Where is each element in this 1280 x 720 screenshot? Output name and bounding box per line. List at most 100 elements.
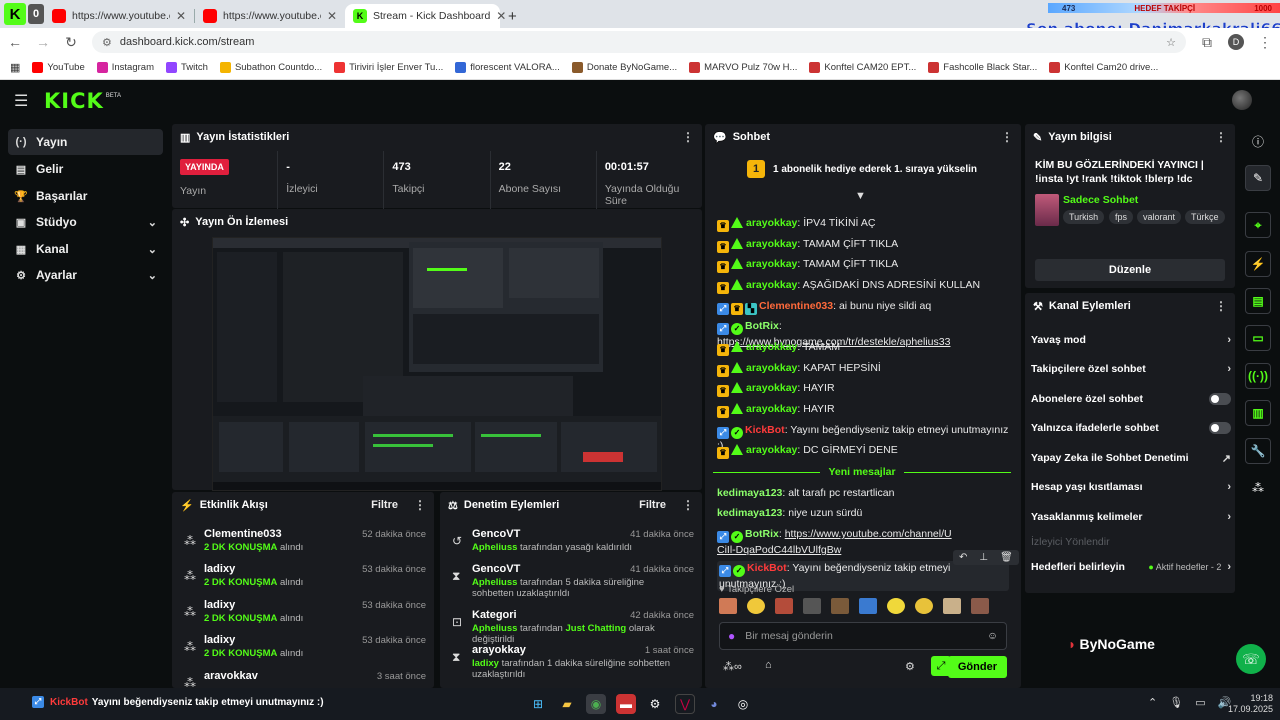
emote-icon[interactable] bbox=[775, 598, 793, 614]
layout-icon[interactable]: ▥ bbox=[1245, 400, 1271, 426]
sidebar-item-studyo[interactable]: ▣ Stüdyo ⌄ bbox=[8, 209, 163, 235]
kicks-icon[interactable]: ⁂ bbox=[1245, 475, 1271, 501]
support-chat-button[interactable]: ☏ bbox=[1236, 644, 1266, 674]
site-info-icon[interactable]: ⚙ bbox=[102, 36, 112, 49]
sidebar-item-gelir[interactable]: ▤ Gelir bbox=[8, 156, 163, 182]
menu-icon[interactable]: ⋮ bbox=[1258, 34, 1272, 51]
chat-message[interactable]: ♛ arayokkay: İPV4 TİKİNİ AÇ bbox=[717, 216, 1009, 232]
stream-preview-video[interactable] bbox=[212, 237, 662, 491]
sidebar-item-basarilar[interactable]: 🏆 Başarılar bbox=[8, 183, 163, 209]
bookmark-florescent[interactable]: florescent VALORA... bbox=[455, 62, 560, 73]
filter-button[interactable]: Filtre bbox=[639, 499, 666, 511]
emoji-icon[interactable]: ☺ bbox=[987, 630, 998, 642]
chat-icon[interactable]: ▭ bbox=[1245, 325, 1271, 351]
discord-icon[interactable]: ◕ bbox=[704, 694, 724, 714]
obs-icon[interactable]: ◎ bbox=[733, 694, 753, 714]
slow-mode-row[interactable]: Yavaş mod › bbox=[1031, 332, 1231, 348]
emote-only-toggle[interactable] bbox=[1209, 422, 1231, 434]
sidebar-item-yayin[interactable]: (·) Yayın bbox=[8, 129, 163, 155]
emote-icon[interactable] bbox=[943, 598, 961, 614]
chat-message[interactable]: ♛ arayokkay: TAMAM ÇİFT TIKLA bbox=[717, 237, 1009, 253]
banned-words-row[interactable]: Yasaklanmış kelimeler › bbox=[1031, 509, 1231, 525]
delete-icon[interactable]: 🗑 bbox=[1000, 552, 1013, 563]
bookmark-subathon[interactable]: Subathon Countdo... bbox=[219, 62, 322, 73]
chat-message[interactable]: ♛ arayokkay: KAPAT HEPSİNİ bbox=[717, 361, 1009, 377]
store-icon[interactable]: ⌂ bbox=[765, 659, 772, 671]
tag[interactable]: fps bbox=[1109, 210, 1134, 224]
more-options-icon[interactable]: ⋮ bbox=[682, 130, 694, 144]
bookmark-konftel-2[interactable]: Konftel Cam20 drive... bbox=[1049, 62, 1158, 73]
reply-icon[interactable]: ↶ bbox=[959, 552, 967, 563]
chat-settings-icon[interactable]: ⚙ bbox=[905, 660, 915, 673]
set-goals-row[interactable]: Hedefleri belirleyin ● Aktif hedefler - … bbox=[1031, 559, 1231, 575]
emote-icon[interactable] bbox=[915, 598, 933, 614]
tag[interactable]: Turkish bbox=[1063, 210, 1105, 224]
start-menu-icon[interactable]: ⊞ bbox=[528, 694, 548, 714]
chevron-up-icon[interactable]: ⌃ bbox=[1148, 696, 1157, 709]
pinned-tab[interactable]: 0 bbox=[28, 4, 44, 24]
emote-icon[interactable] bbox=[859, 598, 877, 614]
category-thumbnail[interactable] bbox=[1035, 194, 1059, 226]
more-options-icon[interactable]: ⋮ bbox=[414, 498, 426, 512]
bookmark-tiriviri[interactable]: Tiriviri İşler Enver Tu... bbox=[334, 62, 443, 73]
tag[interactable]: valorant bbox=[1137, 210, 1182, 224]
reload-icon[interactable]: ↻ bbox=[64, 34, 78, 51]
sidebar-item-kanal[interactable]: ▦ Kanal ⌄ bbox=[8, 236, 163, 262]
gift-sub-leaderboard-banner[interactable]: 1 1 abonelik hediye ederek 1. sıraya yük… bbox=[705, 151, 1019, 187]
chat-message[interactable]: ♛ arayokkay: HAYIR bbox=[717, 381, 1009, 397]
user-avatar[interactable] bbox=[1232, 90, 1252, 110]
browser-tab-youtube-2[interactable]: https://www.youtube.com/wat ✕ bbox=[195, 4, 345, 28]
category-name[interactable]: Sadece Sohbet bbox=[1063, 194, 1138, 206]
close-tab-icon[interactable]: ✕ bbox=[176, 9, 186, 23]
bookmark-konftel-1[interactable]: Konftel CAM20 EPT... bbox=[809, 62, 916, 73]
app-icon[interactable]: ▬ bbox=[616, 694, 636, 714]
wrench-icon[interactable]: 🔧 bbox=[1245, 438, 1271, 464]
chat-message[interactable]: ♛ arayokkay: AŞAĞIDAKİ DNS ADRESİNİ KULLA… bbox=[717, 278, 1009, 294]
browser-tab-youtube-1[interactable]: https://www.youtube.com/wat ✕ bbox=[44, 4, 194, 28]
pencil-icon[interactable]: ✎ bbox=[1245, 165, 1271, 191]
more-options-icon[interactable]: ⋮ bbox=[1001, 130, 1013, 144]
microphone-icon[interactable]: ● bbox=[728, 629, 735, 643]
emote-icon[interactable] bbox=[719, 598, 737, 614]
hamburger-menu-icon[interactable]: ☰ bbox=[14, 91, 30, 111]
kick-logo[interactable]: KICK bbox=[44, 89, 104, 113]
send-button[interactable]: Gönder bbox=[947, 656, 1007, 678]
emote-icon[interactable] bbox=[747, 598, 765, 614]
bookmark-twitch[interactable]: Twitch bbox=[166, 62, 208, 73]
chat-message[interactable]: kedimaya123: alt tarafı pc restartlican bbox=[717, 486, 1009, 500]
chat-message[interactable]: ⤢ ♛ ▚ Clementine033: ai bunu niye sildi aq bbox=[717, 299, 1009, 315]
apps-grid-icon[interactable]: ▦ bbox=[10, 61, 20, 74]
back-icon[interactable]: ← bbox=[8, 34, 22, 50]
close-tab-icon[interactable]: ✕ bbox=[327, 9, 337, 23]
forward-icon[interactable]: → bbox=[36, 34, 50, 50]
emote-icon[interactable] bbox=[803, 598, 821, 614]
chat-message[interactable]: ♛ arayokkay: DC GİRMEYİ DENE bbox=[717, 443, 1009, 459]
bookmark-youtube[interactable]: YouTube bbox=[32, 62, 85, 73]
new-tab-button[interactable]: + bbox=[500, 4, 530, 28]
target-icon[interactable]: ⌖ bbox=[1245, 212, 1271, 238]
sidebar-item-ayarlar[interactable]: ⚙ Ayarlar ⌄ bbox=[8, 262, 163, 288]
more-options-icon[interactable]: ⋮ bbox=[682, 498, 694, 512]
ai-moderation-row[interactable]: Yapay Zeka ile Sohbet Denetimi ↗ bbox=[1031, 450, 1231, 466]
clock[interactable]: 19:18 17.09.2025 bbox=[1228, 693, 1273, 715]
extensions-icon[interactable]: ⧉ bbox=[1200, 34, 1214, 51]
emote-icon[interactable] bbox=[971, 598, 989, 614]
chat-message[interactable]: ♛ arayokkay: TAMAM bbox=[717, 340, 1009, 356]
pin-icon[interactable]: ⊥ bbox=[979, 552, 988, 563]
more-options-icon[interactable]: ⋮ bbox=[1215, 130, 1227, 144]
subscribers-only-toggle[interactable] bbox=[1209, 393, 1231, 405]
chat-message[interactable]: ♛ arayokkay: TAMAM ÇİFT TIKLA bbox=[717, 257, 1009, 273]
filter-button[interactable]: Filtre bbox=[371, 499, 398, 511]
chrome-icon[interactable]: ◉ bbox=[586, 694, 606, 714]
app-icon[interactable]: ⋁ bbox=[675, 694, 695, 714]
bookmark-instagram[interactable]: Instagram bbox=[96, 62, 154, 73]
broadcast-icon[interactable]: ((·)) bbox=[1245, 363, 1271, 389]
steam-icon[interactable]: ⚙ bbox=[645, 694, 665, 714]
emote-icon[interactable] bbox=[831, 598, 849, 614]
chat-message-input[interactable]: ● Bir mesaj gönderin ☺ bbox=[719, 622, 1007, 650]
browser-tab-kick-dashboard[interactable]: K Stream - Kick Dashboard ✕ bbox=[345, 4, 506, 28]
pinned-message-expand-icon[interactable]: ▼ bbox=[855, 190, 866, 202]
chat-message[interactable]: ♛ arayokkay: HAYIR bbox=[717, 402, 1009, 418]
clipboard-icon[interactable]: ▤ bbox=[1245, 288, 1271, 314]
info-icon[interactable]: ⓘ bbox=[1245, 128, 1271, 154]
